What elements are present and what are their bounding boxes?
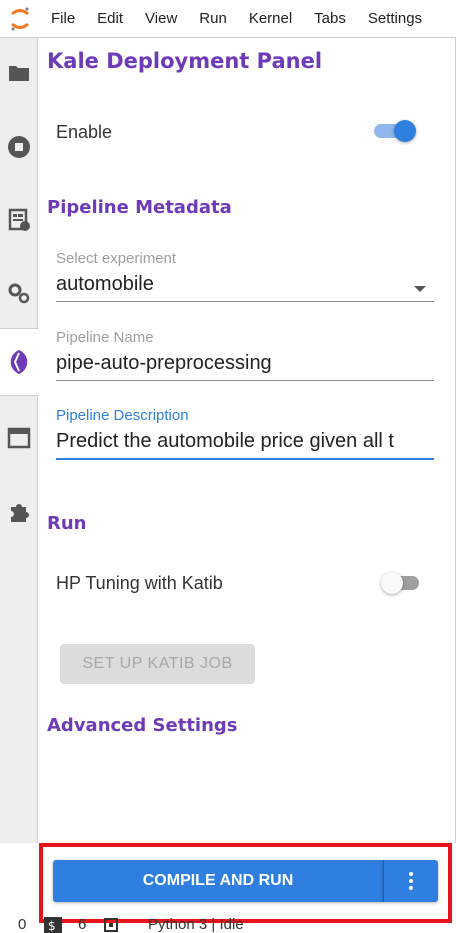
command-palette-icon[interactable] xyxy=(0,200,38,240)
pipeline-description-value[interactable]: Predict the automobile price given all t xyxy=(56,427,434,455)
kale-leaf-icon[interactable] xyxy=(0,342,38,382)
kernel-chip-icon[interactable] xyxy=(102,917,120,933)
menu-tabs[interactable]: Tabs xyxy=(303,0,357,38)
status-bar: 0 $ 6 Python 3 | Idle xyxy=(0,916,456,933)
setup-katib-job-button: SET UP KATIB JOB xyxy=(60,644,255,684)
dot-1 xyxy=(409,872,413,876)
settings-gears-icon[interactable] xyxy=(0,273,38,313)
enable-toggle-thumb xyxy=(394,120,416,142)
panel-title: Kale Deployment Panel xyxy=(47,49,323,73)
jupyterlab-window: File Edit View Run Kernel Tabs Settings xyxy=(0,0,456,933)
chevron-down-icon[interactable] xyxy=(414,286,426,292)
svg-text:$: $ xyxy=(48,919,56,933)
extension-puzzle-icon[interactable] xyxy=(0,492,38,532)
folder-icon[interactable] xyxy=(0,53,38,93)
menu-bar: File Edit View Run Kernel Tabs Settings xyxy=(0,0,456,38)
pipeline-name-underline xyxy=(56,380,434,381)
pipeline-name-label: Pipeline Name xyxy=(56,329,154,346)
select-experiment-value: automobile xyxy=(56,273,154,295)
status-count-b: 6 xyxy=(78,916,87,933)
run-heading: Run xyxy=(47,513,87,534)
katib-label: HP Tuning with Katib xyxy=(56,573,223,593)
select-experiment-underline xyxy=(56,301,434,302)
kale-deployment-panel: Kale Deployment Panel Enable Pipeline Me… xyxy=(39,38,456,843)
enable-label: Enable xyxy=(56,122,113,142)
pipeline-description-field[interactable]: Pipeline Description Predict the automob… xyxy=(56,407,434,460)
menu-edit[interactable]: Edit xyxy=(86,0,134,38)
more-vertical-icon[interactable] xyxy=(383,860,438,902)
stop-circle-icon[interactable] xyxy=(0,127,38,167)
kernel-status[interactable]: Python 3 | Idle xyxy=(148,916,244,933)
katib-toggle[interactable] xyxy=(381,572,419,594)
dot-3 xyxy=(409,886,413,890)
select-experiment-label: Select experiment xyxy=(56,250,177,267)
status-count-a: 0 xyxy=(18,916,27,933)
pipeline-description-underline xyxy=(56,458,434,460)
pipeline-name-value[interactable]: pipe-auto-preprocessing xyxy=(56,349,434,377)
advanced-settings-heading[interactable]: Advanced Settings xyxy=(47,715,238,736)
select-experiment-dropdown[interactable]: Select experiment automobile xyxy=(56,250,434,302)
compile-and-run-button[interactable]: COMPILE AND RUN xyxy=(53,860,383,902)
enable-toggle[interactable] xyxy=(374,120,428,142)
pipeline-name-field[interactable]: Pipeline Name pipe-auto-preprocessing xyxy=(56,329,434,381)
dot-2 xyxy=(409,879,413,883)
menu-view[interactable]: View xyxy=(134,0,188,38)
pipeline-description-label: Pipeline Description xyxy=(56,407,189,424)
menu-kernel[interactable]: Kernel xyxy=(238,0,303,38)
left-activity-bar xyxy=(0,38,39,843)
menu-file[interactable]: File xyxy=(40,0,86,38)
menu-settings[interactable]: Settings xyxy=(357,0,433,38)
terminal-icon[interactable]: $ xyxy=(44,917,62,933)
tabs-window-icon[interactable] xyxy=(0,418,38,458)
menu-run[interactable]: Run xyxy=(188,0,238,38)
jupyter-logo-icon[interactable] xyxy=(0,0,40,38)
pipeline-metadata-heading: Pipeline Metadata xyxy=(47,197,232,218)
katib-toggle-thumb xyxy=(381,572,403,594)
